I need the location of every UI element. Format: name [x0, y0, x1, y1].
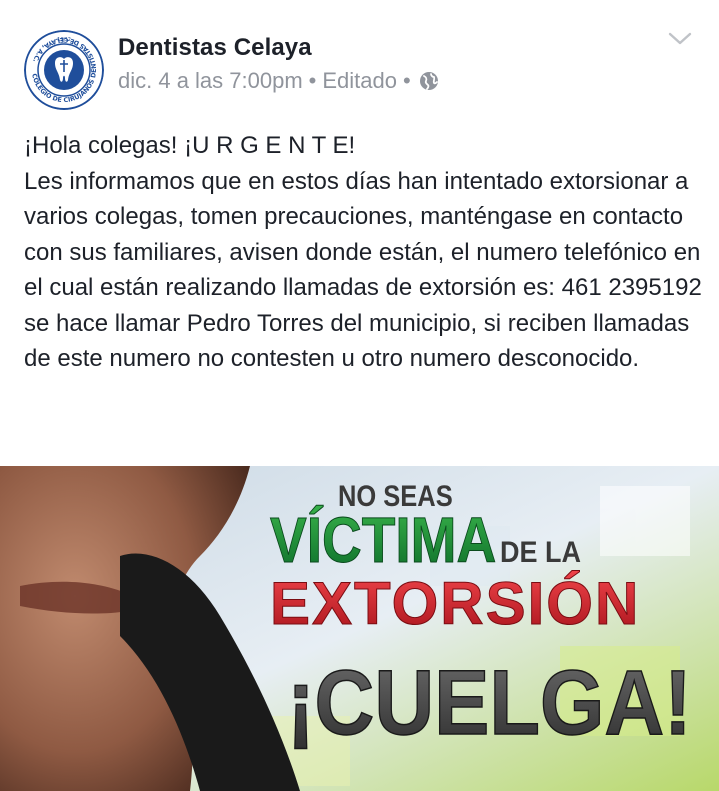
post-header: COLEGIO DE CIRUJANOS DENTISTAS DE CELAYA…: [0, 0, 719, 118]
page-avatar[interactable]: COLEGIO DE CIRUJANOS DENTISTAS DE CELAYA…: [24, 30, 104, 110]
post-text-body: Les informamos que en estos días han int…: [24, 167, 702, 373]
globe-icon[interactable]: [419, 71, 439, 91]
meta-separator: •: [403, 68, 411, 93]
post-message: ¡Hola colegas! ¡U R G E N T E! Les infor…: [24, 128, 704, 377]
image-text-extorsion: EXTORSIÓN: [270, 570, 640, 637]
avatar-logo-year: 1982: [57, 37, 71, 43]
chevron-down-icon[interactable]: [666, 28, 694, 50]
meta-separator: •: [308, 68, 317, 93]
page-name[interactable]: Dentistas Celaya: [118, 34, 312, 62]
post-image[interactable]: NO SEAS VÍCTIMA DE LA EXTORSIÓN ¡CUELGA!: [0, 466, 719, 791]
facebook-post: COLEGIO DE CIRUJANOS DENTISTAS DE CELAYA…: [0, 0, 719, 791]
post-timestamp[interactable]: dic. 4 a las 7:00pm: [118, 68, 303, 94]
edited-label[interactable]: Editado: [322, 68, 397, 94]
dental-college-logo: COLEGIO DE CIRUJANOS DENTISTAS DE CELAYA…: [24, 30, 104, 110]
image-text-victima: VÍCTIMA: [270, 504, 496, 576]
post-meta: dic. 4 a las 7:00pm • Editado •: [118, 68, 439, 94]
post-text-heading: ¡Hola colegas! ¡U R G E N T E!: [24, 132, 356, 159]
image-text-cuelga: ¡CUELGA!: [287, 651, 692, 754]
image-text-de-la: DE LA: [500, 536, 581, 570]
